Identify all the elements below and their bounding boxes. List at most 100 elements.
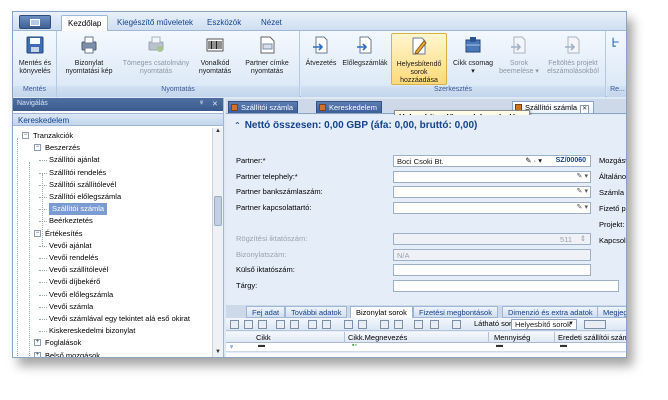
grid-add-icon[interactable] <box>244 320 253 329</box>
tree-item[interactable]: Beérkeztetés <box>49 215 93 227</box>
field-input[interactable]: Boci Csoki Bt. SZ/00060 ✎ · ▾ <box>393 155 591 167</box>
partner-code[interactable]: SZ/00060 <box>556 157 586 164</box>
field-input[interactable] <box>393 280 619 292</box>
filter-operator-icon[interactable]: ▬ <box>560 342 567 349</box>
grid-filter-icon[interactable] <box>380 320 389 329</box>
item-package-button[interactable]: Cikk csomag ▾ <box>451 33 495 85</box>
column-separator[interactable] <box>488 332 489 343</box>
partner-label-print-button[interactable]: Partner címke nyomtatás <box>238 33 296 85</box>
tab-eszkozok[interactable]: Eszközök <box>201 15 247 31</box>
tree-item[interactable]: Vevői számlával egy tekintet alá eső oki… <box>49 313 190 325</box>
field-input[interactable]: ✎ ▾ <box>393 186 591 198</box>
related-button[interactable] <box>608 33 626 85</box>
tree-toggle-icon[interactable]: − <box>22 132 29 139</box>
grid-settings-icon[interactable] <box>358 320 367 329</box>
field-input[interactable]: ✎ ▾ <box>393 171 591 183</box>
transfer-button[interactable]: Átvezetés <box>303 33 339 85</box>
grid-move-up-icon[interactable] <box>308 320 317 329</box>
tree-toggle-icon[interactable]: − <box>34 144 41 152</box>
visible-rows-select[interactable]: Helyesbítő sorok ▼ <box>511 319 577 330</box>
sub-tab[interactable]: Bizonylat sorok <box>350 306 413 318</box>
tree-item[interactable]: Kiskereskedelmi bizonylat <box>49 325 135 337</box>
grid-columns-icon[interactable] <box>430 320 439 329</box>
tree-item[interactable]: Vevői szállítólevél <box>49 264 108 276</box>
bulk-attachment-print-button[interactable]: Tömeges csatolmány nyomtatás <box>121 33 191 85</box>
close-tab-icon[interactable]: ✕ <box>580 105 590 113</box>
tree-item[interactable]: Szállítói számla <box>49 203 108 216</box>
save-and-post-button[interactable]: Mentés és könyvelés <box>14 33 56 85</box>
grid-insert-icon[interactable] <box>276 320 285 329</box>
tree-toggle-icon[interactable]: − <box>34 229 41 237</box>
tree-toggle-icon[interactable]: + <box>34 351 41 357</box>
barcode-print-button[interactable]: Vonalkód nyomtatás <box>195 33 235 85</box>
sub-tab[interactable]: További adatok <box>285 306 348 318</box>
doc-tab-supplier-invoice[interactable]: Szállítói számla <box>228 101 299 113</box>
tree-item[interactable]: Vevői rendelés <box>49 252 98 264</box>
tree-item[interactable]: Vevői díjbekérő <box>49 276 100 288</box>
field-input[interactable] <box>393 264 591 276</box>
advance-invoices-button[interactable]: Előlegszámlák <box>341 33 389 85</box>
navigation-section-header[interactable]: Kereskedelem <box>13 113 223 126</box>
application-menu-button[interactable] <box>19 15 51 29</box>
sub-tab[interactable]: Megjegyzé <box>597 306 626 318</box>
navigation-scrollbar[interactable]: ▲ ▼ <box>212 128 223 357</box>
tree-item[interactable]: Vevői előlegszámla <box>49 289 113 301</box>
grid-expand-icon[interactable] <box>414 320 423 329</box>
edit-pencil-icon[interactable]: ✎ · ▾ <box>525 156 542 165</box>
sub-tab[interactable]: Fizetési megbontások <box>413 306 498 318</box>
grid-filter-row[interactable]: ᵩ ▬ ▪▫ ▬ ▬ <box>226 342 626 352</box>
edit-pencil-icon[interactable]: ✎ ▾ <box>577 172 588 180</box>
import-rows-button[interactable]: Sorok beemelése ▾ <box>497 33 541 85</box>
sub-tab[interactable]: Fej adat <box>246 306 286 318</box>
grid-edit-icon[interactable] <box>230 320 239 329</box>
tree-item[interactable]: Szállítói előlegszámla <box>49 191 121 203</box>
grid-attach-icon[interactable] <box>344 320 353 329</box>
tree-item[interactable]: Vevői számla <box>49 301 93 313</box>
document-print-preview-button[interactable]: Bizonylat nyomtatási kép <box>60 33 118 85</box>
tree-item[interactable]: Belső mozgások <box>45 350 100 357</box>
column-separator[interactable] <box>554 332 555 343</box>
tree-item[interactable]: Vevői ajánlat <box>49 240 92 252</box>
tab-nezet[interactable]: Nézet <box>255 15 288 31</box>
tab-kiegeszito-muveletek[interactable]: Kiegészítő műveletek <box>111 15 199 31</box>
column-separator[interactable] <box>344 332 345 343</box>
sub-tab[interactable]: Dimenzió és extra adatok <box>502 306 599 318</box>
scroll-up-arrow-icon[interactable]: ▲ <box>213 128 223 138</box>
grid-delete-icon[interactable] <box>290 320 299 329</box>
add-correction-rows-button[interactable]: Helyesbítendő sorok hozzáadása <box>391 33 447 85</box>
doc-tab-commerce[interactable]: Kereskedelem <box>316 101 382 113</box>
column-header-original-invoice[interactable]: Eredeti szállítói számla <box>558 333 626 342</box>
filter-operator-icon[interactable]: ▬ <box>496 342 503 349</box>
package-icon <box>465 37 481 53</box>
grid-layout-icon[interactable] <box>452 320 461 329</box>
pin-icon[interactable]: ᵠ <box>200 100 203 107</box>
edit-pencil-icon[interactable]: ✎ ▾ <box>577 203 588 211</box>
tree-item[interactable]: Foglalások <box>45 337 81 349</box>
filter-row-icon[interactable]: ᵩ <box>230 342 233 349</box>
tree-item[interactable]: Beszerzés <box>45 142 80 154</box>
column-header-item[interactable]: Cikk <box>256 333 271 342</box>
close-panel-icon[interactable]: ✕ <box>212 100 218 108</box>
column-header-quantity[interactable]: Mennyiség <box>494 333 530 342</box>
tab-kezdolap[interactable]: Kezdőlap <box>61 15 109 31</box>
edit-pencil-icon[interactable]: ✎ ▾ <box>577 187 588 195</box>
tree-item[interactable]: Szállítói rendelés <box>49 167 106 179</box>
grid-move-down-icon[interactable] <box>322 320 331 329</box>
column-header-item-name[interactable]: Cikk.Megnevezés <box>348 333 407 342</box>
tree-item[interactable]: Tranzakciók <box>33 130 73 142</box>
grid-menu-icon[interactable] <box>584 320 606 329</box>
net-total-header[interactable]: ⌃ Nettó összesen: 0,00 GBP (áfa: 0,00, br… <box>234 120 477 131</box>
grid-export-icon[interactable] <box>394 320 403 329</box>
tree-toggle-icon[interactable]: + <box>34 339 41 347</box>
scroll-down-arrow-icon[interactable]: ▼ <box>213 349 223 357</box>
grid-copy-icon[interactable] <box>258 320 267 329</box>
field-input[interactable]: ✎ ▾ <box>393 202 591 214</box>
tree-item[interactable]: Értékesítés <box>45 228 83 240</box>
filter-contains-icon[interactable]: ▪▫ <box>352 342 357 349</box>
scrollbar-thumb[interactable] <box>214 196 222 226</box>
filter-operator-icon[interactable]: ▬ <box>258 342 265 349</box>
tree-item[interactable]: Szállítói ajánlat <box>49 154 99 166</box>
correction-rows-label-2: sorok hozzáadása <box>400 69 438 84</box>
upload-from-project-button[interactable]: Feltöltés projekt elszámolásokból <box>543 33 603 85</box>
tree-item[interactable]: Szállítói szállítólevél <box>49 179 116 191</box>
